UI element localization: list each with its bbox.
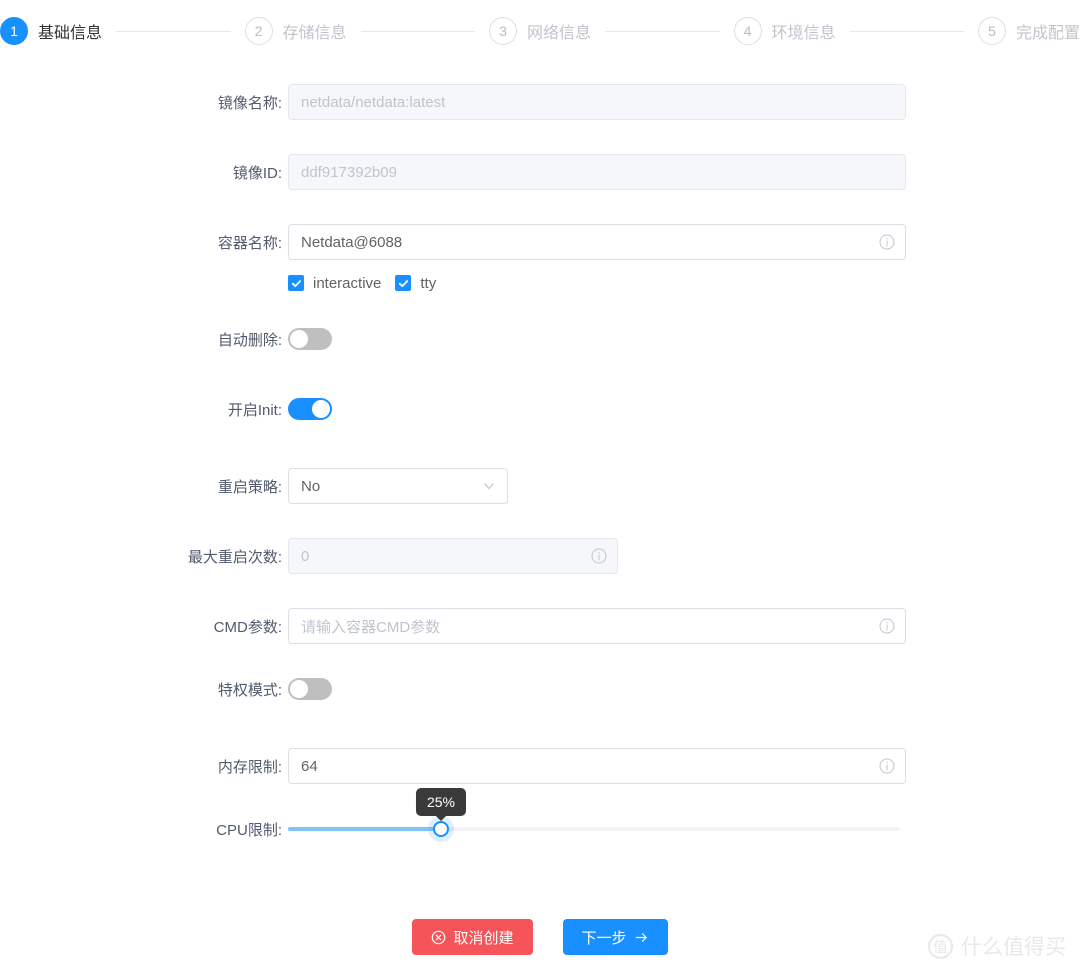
step-connector-1 [116,30,231,32]
form-actions: 取消创建 下一步 [0,919,1080,955]
slider-tooltip: 25% [415,788,467,816]
step-1-number: 1 [0,17,28,45]
cmd-args-placeholder: 请输入容器CMD参数 [301,618,441,636]
field-cpu-limit: CPU限制: 25% [0,788,1080,840]
step-4-number: 4 [733,17,762,45]
max-restart-input: 0 [288,538,618,574]
container-name-input[interactable]: Netdata@6088 [288,224,906,260]
step-2-number: 2 [244,17,273,45]
next-step-label: 下一步 [581,929,627,947]
step-connector-4 [849,30,964,32]
image-id-label: 镜像ID: [232,164,282,182]
cancel-create-button[interactable]: 取消创建 [412,919,533,955]
cmd-args-label: CMD参数: [213,618,282,636]
container-name-value: Netdata@6088 [301,233,403,251]
restart-policy-label: 重启策略: [217,478,282,496]
info-icon[interactable] [879,618,895,634]
step-1-label: 基础信息 [38,25,103,42]
field-cmd-args: CMD参数: 请输入容器CMD参数 [0,608,1080,644]
step-1[interactable]: 1 基础信息 [0,17,102,45]
image-id-value: ddf917392b09 [301,163,397,181]
cpu-limit-label: CPU限制: [216,821,282,839]
step-5-number: 5 [978,17,1006,45]
check-icon [395,275,412,291]
max-restart-value: 0 [301,547,310,565]
step-5[interactable]: 5 完成配置 [978,17,1080,45]
cpu-limit-slider[interactable]: 25% [288,788,900,840]
field-flags: interactive tty [0,272,1080,294]
check-icon [288,275,304,291]
field-image-name: 镜像名称: netdata/netdata:latest [0,84,1080,120]
privileged-toggle[interactable] [288,678,332,700]
slider-handle[interactable] [433,821,449,837]
restart-policy-value: No [301,477,321,495]
field-privileged: 特权模式: [0,678,1080,700]
step-2[interactable]: 2 存储信息 [244,17,347,45]
field-memory-limit: 内存限制: 64 [0,748,1080,784]
watermark: 值 什么值得买 [928,931,1066,961]
field-init: 开启Init: [0,398,1080,420]
next-step-button[interactable]: 下一步 [562,919,668,955]
step-4[interactable]: 4 环境信息 [733,17,836,45]
cancel-circle-icon [431,930,446,945]
checkbox-tty[interactable]: tty [395,275,436,292]
toggle-knob [312,400,330,418]
memory-limit-input[interactable]: 64 [288,748,906,784]
step-3-number: 3 [489,17,517,45]
field-auto-remove: 自动删除: [0,328,1080,350]
memory-limit-value: 64 [301,757,318,775]
step-4-label: 环境信息 [771,25,836,42]
privileged-label: 特权模式: [217,681,282,699]
max-restart-label: 最大重启次数: [187,548,282,566]
step-5-label: 完成配置 [1016,25,1080,42]
init-label: 开启Init: [227,401,282,419]
cancel-create-label: 取消创建 [453,929,514,947]
field-container-name: 容器名称: Netdata@6088 [0,224,1080,260]
memory-limit-label: 内存限制: [217,758,282,776]
checkbox-interactive-label: interactive [313,274,382,292]
field-restart-policy: 重启策略: No [0,468,1080,504]
info-icon[interactable] [879,758,895,774]
container-create-wizard: 1 基础信息 2 存储信息 3 网络信息 4 环境信息 5 完成配置 镜像名称: [0,0,1080,977]
auto-remove-toggle[interactable] [288,328,332,350]
toggle-knob [290,680,308,698]
info-icon[interactable] [879,234,895,250]
step-connector-3 [605,30,720,32]
info-icon[interactable] [591,548,607,564]
image-name-label: 镜像名称: [217,94,282,112]
checkbox-tty-label: tty [420,274,437,292]
init-toggle[interactable] [288,398,332,420]
cmd-args-input[interactable]: 请输入容器CMD参数 [288,608,906,644]
checkbox-interactive[interactable]: interactive [288,275,381,292]
image-name-input: netdata/netdata:latest [288,84,906,120]
step-3-label: 网络信息 [527,25,592,42]
step-connector-2 [360,30,475,32]
step-2-label: 存储信息 [282,25,347,42]
wizard-stepper: 1 基础信息 2 存储信息 3 网络信息 4 环境信息 5 完成配置 [0,0,1080,62]
step-3[interactable]: 3 网络信息 [489,17,591,45]
watermark-mark: 值 [928,933,953,959]
chevron-down-icon [482,479,496,493]
auto-remove-label: 自动删除: [217,331,282,349]
field-image-id: 镜像ID: ddf917392b09 [0,154,1080,190]
image-name-value: netdata/netdata:latest [301,93,446,111]
restart-policy-select[interactable]: No [288,468,508,504]
container-name-label: 容器名称: [217,234,282,252]
arrow-right-icon [634,930,649,945]
watermark-text: 什么值得买 [961,936,1066,959]
image-id-input: ddf917392b09 [288,154,906,190]
basic-info-form: 镜像名称: netdata/netdata:latest 镜像ID: ddf91… [0,62,1080,840]
toggle-knob [290,330,308,348]
slider-fill [288,827,441,831]
field-max-restart: 最大重启次数: 0 [0,538,1080,574]
